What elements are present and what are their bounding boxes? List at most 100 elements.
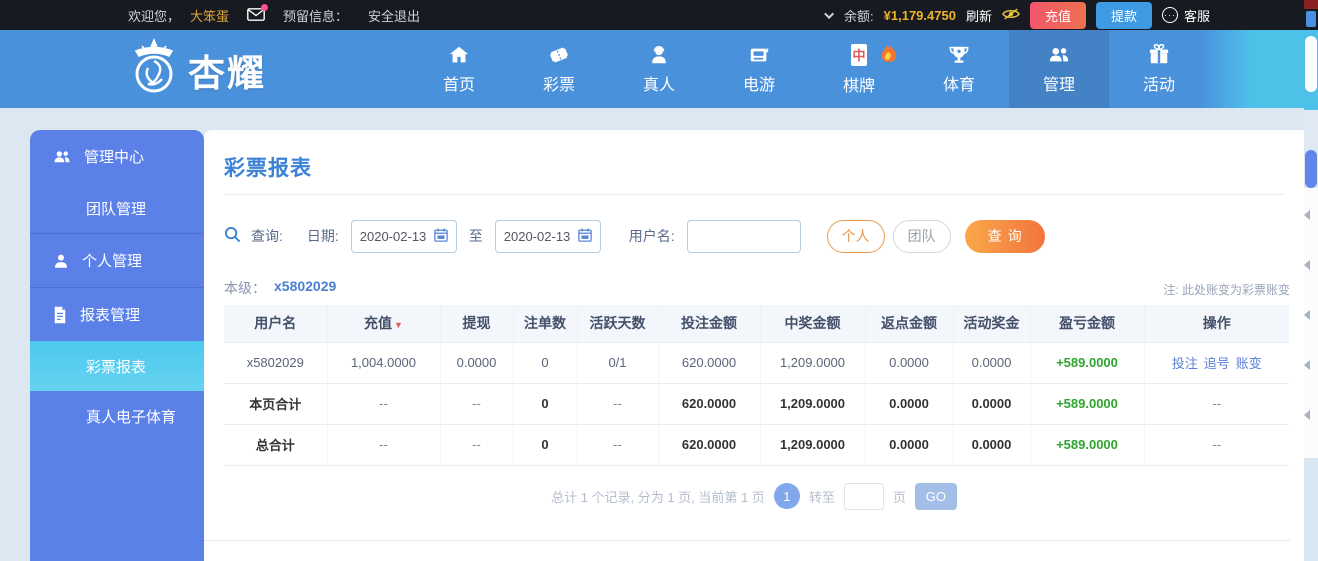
gift-icon [1149, 43, 1169, 63]
go-button[interactable]: GO [914, 482, 957, 510]
username-label: 用户名: [628, 228, 675, 244]
profit-cell: +589.0000 [1030, 424, 1145, 466]
hot-flame-icon [881, 42, 897, 62]
topbar: 欢迎您， 大笨蛋 预留信息： 安全退出 余额: ¥1,179.4750 刷新 充… [0, 0, 1318, 30]
report-table: 用户名 充值 ▼ 提现 注单数 活跃天数 投注金额 中奖金额 返点金额 活动奖金 盈亏金额 操作 x5… [224, 305, 1289, 466]
welcome-text: 欢迎您， [128, 8, 181, 24]
mail-icon[interactable] [247, 4, 269, 22]
date-label: 日期: [306, 228, 339, 244]
withdraw-button[interactable]: 提款 [1095, 1, 1152, 29]
column-header[interactable]: 充值 ▼ [327, 305, 441, 343]
column-header: 活动奖金 [953, 305, 1031, 343]
table-cell: 0 [513, 424, 578, 466]
page-title: 彩票报表 [224, 157, 312, 180]
table-body: x5802029 1,004.0000 0.0000 0 0/1 620.0000 1,20… [224, 342, 1289, 466]
nav-item-activity[interactable]: 活动 [1109, 30, 1209, 108]
slot-machine-icon [750, 48, 769, 61]
table-cell: 总合计 [224, 424, 328, 466]
table-header-row: 用户名 充值 ▼ 提现 注单数 活跃天数 投注金额 中奖金额 返点金额 活动奖金 盈亏金额 操作 [224, 305, 1289, 343]
action-link-追号[interactable]: 追号 [1204, 356, 1230, 371]
strip-mark [1304, 210, 1310, 220]
logout-link[interactable]: 安全退出 [368, 6, 420, 25]
calendar-icon[interactable] [434, 227, 448, 245]
strip-mark [1304, 260, 1310, 270]
level-account-link[interactable]: x5802029 [274, 278, 336, 298]
customer-service-label: 客服 [1183, 8, 1210, 24]
pagination-summary: 总计 1 个记录, 分为 1 页, 当前第 1 页 [551, 489, 765, 505]
nav-item-chess[interactable]: 中 棋牌 [809, 30, 909, 108]
strip-blue-segment [1305, 150, 1317, 188]
strip-mark [1304, 360, 1310, 370]
table-cell: 0.0000 [953, 424, 1031, 466]
nav-item-egames[interactable]: 电游 [709, 30, 809, 108]
table-cell: 0.0000 [865, 424, 954, 466]
action-link-投注[interactable]: 投注 [1172, 356, 1198, 371]
sidebar-item-live-esports[interactable]: 真人电子体育 [30, 391, 204, 441]
ticket-icon [549, 46, 569, 63]
calendar-icon[interactable] [578, 227, 592, 245]
profit-cell: +589.0000 [1030, 342, 1145, 384]
eye-slash-icon[interactable] [1002, 7, 1020, 24]
chevron-down-icon[interactable] [824, 8, 835, 19]
table-cell: 620.0000 [658, 424, 761, 466]
customer-service[interactable]: ··· 客服 [1161, 6, 1210, 25]
to-label: 至 [468, 228, 483, 244]
account-change-note: 注: 此处账变为彩票账变 [1163, 283, 1290, 297]
sidebar-item-lottery-report[interactable]: 彩票报表 [30, 341, 204, 391]
nav-item-home[interactable]: 首页 [409, 30, 509, 108]
nav-item-live[interactable]: 真人 [609, 30, 709, 108]
mail-badge [261, 4, 269, 11]
table-cell: 1,209.0000 [760, 383, 866, 425]
sort-desc-icon: ▼ [394, 320, 403, 331]
table-cell: 0/1 [577, 342, 659, 384]
goto-page-input[interactable] [843, 482, 884, 510]
goto-label: 转至 [808, 489, 835, 505]
table-cell: 1,004.0000 [327, 342, 441, 384]
crown-emblem-icon [126, 37, 182, 101]
table-cell: 0.0000 [440, 342, 514, 384]
chat-icon: ··· [1161, 7, 1178, 23]
column-header: 投注金额 [658, 305, 761, 343]
column-header: 操作 [1144, 305, 1289, 343]
brand-logo[interactable]: 杏耀 [126, 37, 266, 101]
level-row: 本级： x5802029 注: 此处账变为彩票账变 [224, 278, 1290, 298]
nav-item-sports[interactable]: 体育 [909, 30, 1009, 108]
search-button[interactable]: 查询 [964, 219, 1045, 253]
search-form: 查询: 日期: 2020-02-13 至 2020-02-13 用户名: 个人 … [224, 219, 1290, 253]
level-label: 本级： [224, 280, 266, 296]
document-icon [54, 306, 66, 323]
right-edge-widget [1304, 0, 1318, 561]
strip-blue-badge [1306, 11, 1316, 27]
date-to-input[interactable]: 2020-02-13 [494, 219, 601, 253]
sidebar-item-team-manage[interactable]: 团队管理 [30, 183, 204, 233]
trophy-icon [949, 46, 969, 63]
refresh-link[interactable]: 刷新 [966, 6, 992, 25]
table-row: 本页合计 -- -- 0 -- 620.0000 1,209.0000 0.0000 0.000… [224, 383, 1289, 425]
column-header: 活跃天数 [577, 305, 659, 343]
date-from-input[interactable]: 2020-02-13 [350, 219, 457, 253]
scrollbar-thumb[interactable] [1305, 36, 1317, 92]
sidebar-item-report-manage[interactable]: 报表管理 [30, 288, 204, 341]
strip-gap [1304, 110, 1318, 150]
nav-item-lottery[interactable]: 彩票 [509, 30, 609, 108]
team-filter-button[interactable]: 团队 [892, 219, 951, 253]
query-label: 查询: [251, 228, 283, 244]
table-cell: 0.0000 [953, 342, 1031, 384]
column-header: 盈亏金额 [1030, 305, 1145, 343]
nav-item-manage[interactable]: 管理 [1009, 30, 1109, 108]
page-1-button[interactable]: 1 [773, 483, 800, 509]
column-header: 提现 [440, 305, 514, 343]
personal-filter-button[interactable]: 个人 [826, 219, 885, 253]
main-navbar: 杏耀 首页 彩票 真人 电游 中 棋牌 体育 管理 活动 [0, 30, 1318, 108]
column-header: 中奖金额 [760, 305, 866, 343]
sidebar-item-manage-center[interactable]: 管理中心 [30, 130, 204, 183]
strip-bottom-segment [1304, 458, 1318, 561]
users-icon [1049, 47, 1069, 61]
title-divider [224, 194, 1284, 195]
sidebar-item-personal-manage[interactable]: 个人管理 [30, 234, 204, 287]
action-link-账变[interactable]: 账变 [1236, 356, 1262, 371]
table-cell: 0.0000 [953, 383, 1031, 425]
username-input[interactable] [686, 219, 801, 253]
deposit-button[interactable]: 充值 [1029, 1, 1086, 29]
table-cell: -- [327, 383, 441, 425]
